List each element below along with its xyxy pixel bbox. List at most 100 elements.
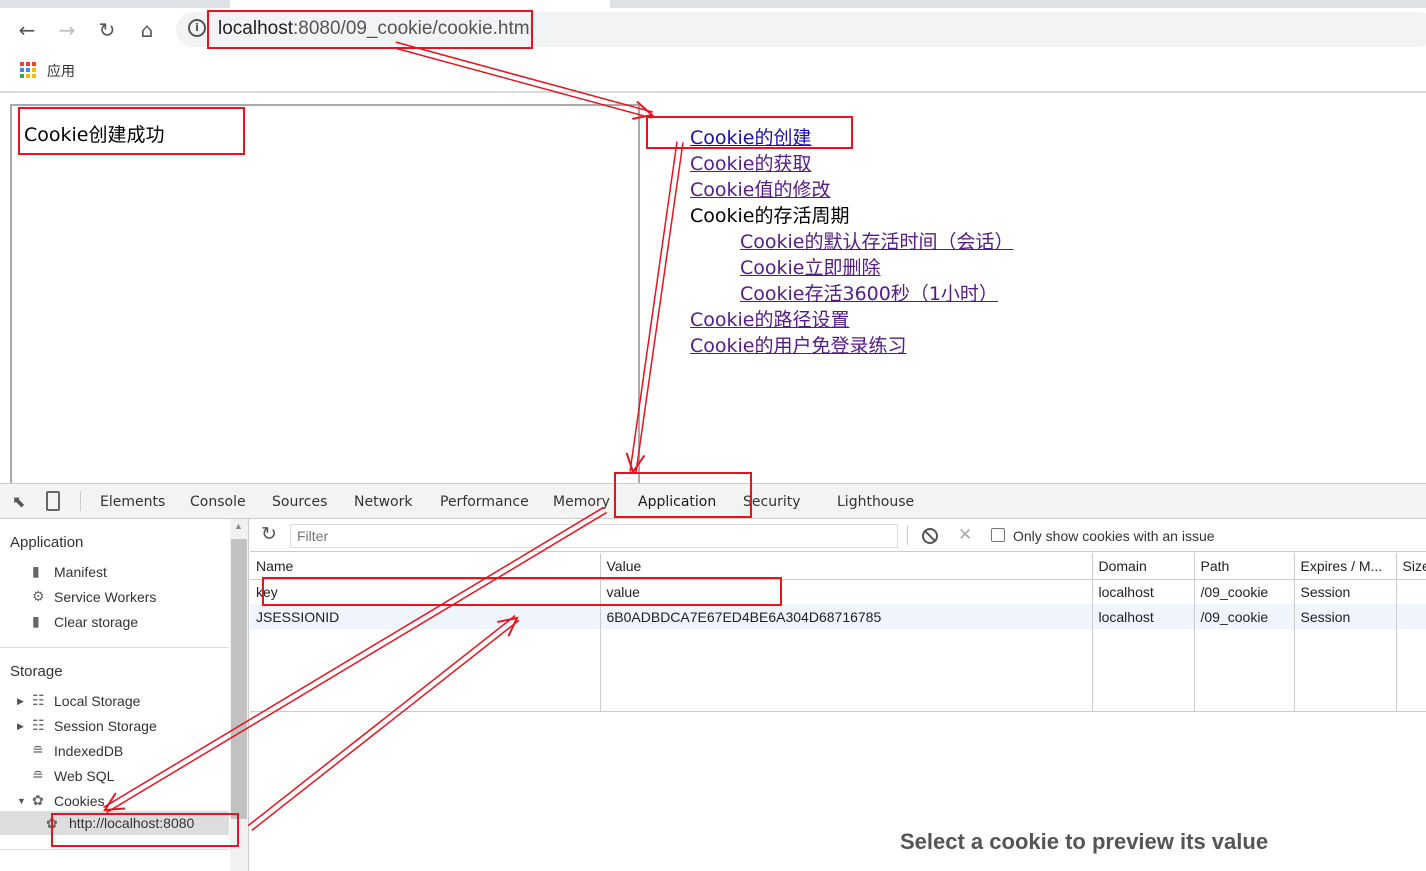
tab-memory[interactable]: Memory [553, 494, 610, 510]
inspect-element-icon[interactable]: ⬉ [12, 492, 25, 511]
tab-lighthouse[interactable]: Lighthouse [837, 494, 914, 510]
sidebar-item-local-storage[interactable]: Local Storage [54, 693, 140, 709]
delete-selected-icon[interactable]: ✕ [958, 525, 972, 545]
cookie-link[interactable]: Cookie的用户免登录练习 [690, 333, 1014, 359]
application-section-header: Application [10, 534, 84, 551]
only-issue-checkbox[interactable] [991, 528, 1005, 542]
cookie-icon: ✿ [46, 815, 58, 831]
address-bar[interactable]: i localhost:8080/09_cookie/cookie.html [176, 12, 1426, 47]
grid-icon: ☷ [32, 692, 45, 708]
cookies-table: NameValueDomainPathExpires / M...Size ke… [250, 553, 1426, 712]
scroll-up-icon[interactable]: ▲ [234, 521, 243, 531]
devtools-panel: ⬉ Elements Console Sources Network Performan… [0, 483, 1426, 871]
sidebar-item-indexeddb[interactable]: IndexedDB [54, 743, 123, 759]
sidebar-item-service-workers[interactable]: Service Workers [54, 589, 156, 605]
cookie-link[interactable]: Cookie存活3600秒（1小时） [690, 281, 1014, 307]
apps-icon[interactable] [20, 62, 36, 78]
only-issue-label: Only show cookies with an issue [1013, 528, 1215, 544]
cookie-cell: Session [1294, 579, 1397, 604]
url-host: localhost [218, 18, 293, 39]
cookie-icon: ✿ [32, 792, 44, 808]
result-message: Cookie创建成功 [24, 124, 165, 146]
divider [907, 525, 908, 545]
column-header[interactable]: Path [1194, 553, 1295, 580]
refresh-icon[interactable]: ↻ [261, 523, 277, 546]
empty-cell [250, 629, 601, 712]
empty-row [250, 629, 1426, 712]
back-icon[interactable]: ← [15, 18, 39, 42]
sidebar-item-cookie-origin[interactable]: ✿ http://localhost:8080 [0, 811, 229, 835]
table-header: NameValueDomainPathExpires / M...Size [250, 553, 1426, 580]
collapse-icon[interactable]: ▼ [17, 796, 26, 806]
column-header[interactable]: Expires / M... [1294, 553, 1397, 580]
trash-icon: ▮ [32, 613, 40, 629]
tab-application[interactable]: Application [638, 494, 716, 510]
column-header[interactable]: Domain [1092, 553, 1195, 580]
cookies-toolbar: ↻ ✕ Only show cookies with an issue [250, 519, 1426, 552]
cookie-link[interactable]: Cookie的默认存活时间（会话） [690, 229, 1014, 255]
database-icon: ≘ [32, 742, 44, 758]
cookie-link[interactable]: Cookie值的修改 [690, 177, 1014, 203]
cookie-cell: localhost [1092, 604, 1195, 629]
device-toolbar-icon[interactable] [46, 491, 60, 511]
gear-icon: ⚙ [32, 588, 45, 604]
reload-icon[interactable]: ↻ [95, 18, 119, 42]
filter-input[interactable] [290, 524, 898, 548]
column-header[interactable]: Name [250, 553, 601, 580]
cookie-cell: /09_cookie [1194, 579, 1295, 604]
cookie-link[interactable]: Cookie的创建 [690, 125, 1014, 151]
cookie-link[interactable]: Cookie的路径设置 [690, 307, 1014, 333]
cookie-cell [1396, 604, 1426, 629]
column-header[interactable]: Value [600, 553, 1093, 580]
active-tab[interactable] [230, 0, 610, 8]
url-path: :8080/09_cookie/cookie.html [293, 18, 534, 39]
manifest-icon: ▮ [32, 563, 40, 579]
sidebar-item-clear-storage[interactable]: Clear storage [54, 614, 138, 630]
tab-security[interactable]: Security [743, 494, 801, 510]
clear-all-icon[interactable] [922, 528, 938, 544]
cookie-link[interactable]: Cookie立即删除 [690, 255, 1014, 281]
sidebar-scrollbar[interactable]: ▲ [230, 519, 248, 871]
cookie-link[interactable]: Cookie的获取 [690, 151, 1014, 177]
tab-network[interactable]: Network [354, 494, 412, 510]
cookie-links: Cookie的创建 Cookie的获取 Cookie值的修改 Cookie的存活周期 C… [690, 125, 1014, 359]
tab-performance[interactable]: Performance [440, 494, 529, 510]
content-iframe: Cookie创建成功 [10, 104, 640, 484]
home-icon[interactable]: ⌂ [135, 18, 159, 42]
database-icon: ≘ [32, 767, 44, 783]
sidebar-item-session-storage[interactable]: Session Storage [54, 718, 157, 734]
apps-bookmark[interactable]: 应用 [47, 61, 75, 81]
tab-sources[interactable]: Sources [272, 494, 327, 510]
scrollbar-thumb[interactable] [231, 539, 247, 819]
preview-placeholder: Select a cookie to preview its value [900, 829, 1269, 854]
tab-console[interactable]: Console [190, 494, 246, 510]
devtools-toolbar: ⬉ Elements Console Sources Network Performan… [0, 484, 1426, 519]
cookie-row[interactable]: JSESSIONID 6B0ADBDCA7E67ED4BE6A304D687167… [250, 604, 1426, 629]
column-header[interactable]: Size [1396, 553, 1426, 580]
cookie-origin-label: http://localhost:8080 [69, 815, 195, 831]
expand-icon[interactable]: ▶ [17, 696, 24, 707]
sidebar-item-cookies[interactable]: Cookies [54, 793, 105, 809]
cookie-cell: value [600, 579, 1093, 604]
cookie-cell: localhost [1092, 579, 1195, 604]
cookies-panel: ↻ ✕ Only show cookies with an issue Name… [250, 519, 1426, 871]
cookie-cell: key [250, 579, 601, 604]
forward-icon[interactable]: → [55, 18, 79, 42]
cookie-cell: /09_cookie [1194, 604, 1295, 629]
tab-elements[interactable]: Elements [100, 494, 165, 510]
bookmarks-bar: 应用 [0, 50, 1426, 93]
empty-cell [1194, 629, 1295, 712]
info-icon[interactable]: i [188, 19, 206, 37]
expand-icon[interactable]: ▶ [17, 721, 24, 732]
divider [0, 849, 229, 850]
sidebar-item-manifest[interactable]: Manifest [54, 564, 107, 580]
divider [80, 491, 81, 511]
sidebar-item-web-sql[interactable]: Web SQL [54, 768, 114, 784]
application-sidebar: Application ▮ Manifest ⚙ Service Workers… [0, 519, 249, 871]
cookie-row[interactable]: key value localhost/09_cookie Session [250, 579, 1426, 604]
empty-cell [600, 629, 1093, 712]
empty-cell [1294, 629, 1397, 712]
grid-icon: ☷ [32, 717, 45, 733]
empty-cell [1396, 629, 1426, 712]
url-text[interactable]: localhost:8080/09_cookie/cookie.html [218, 18, 534, 40]
